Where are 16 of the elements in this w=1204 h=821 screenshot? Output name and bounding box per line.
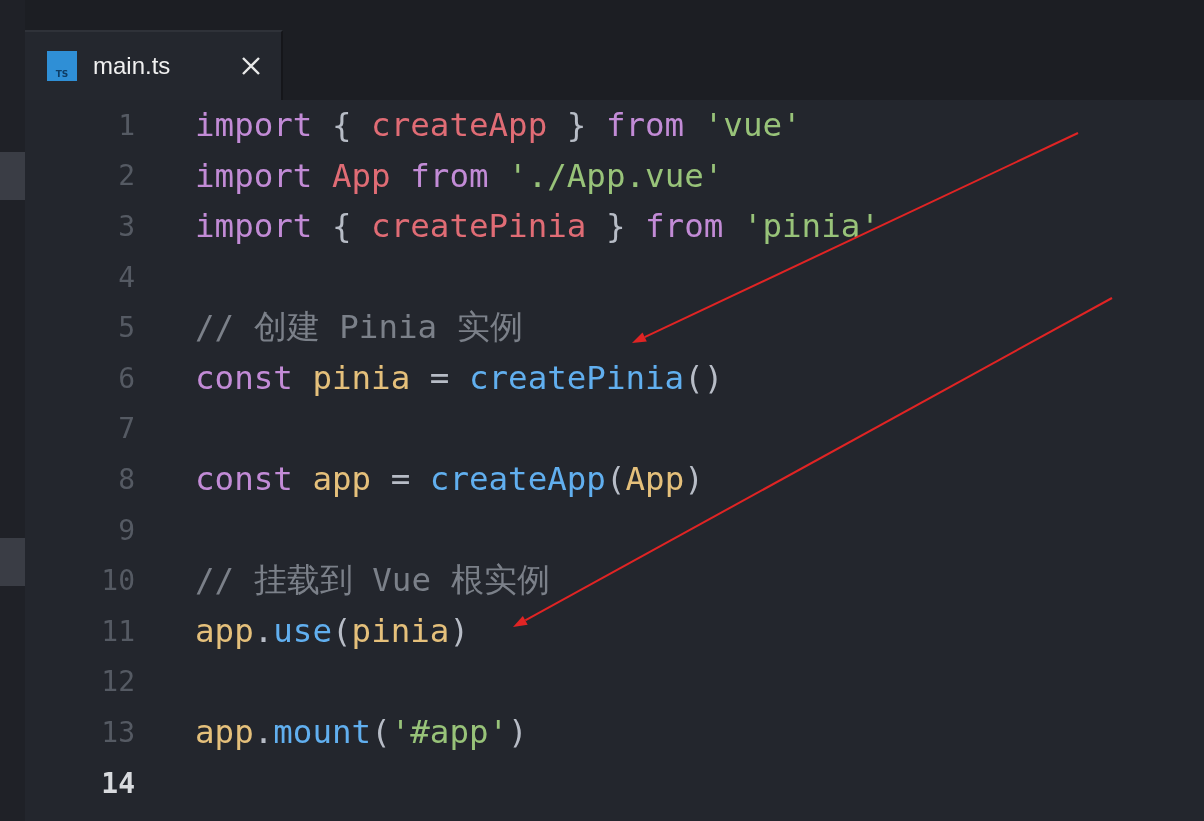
close-icon[interactable] bbox=[241, 56, 261, 76]
code-line: import { createApp } from 'vue' bbox=[195, 106, 802, 145]
sidebar-highlight bbox=[0, 152, 25, 200]
code-line: const app = createApp(App) bbox=[195, 460, 704, 499]
code-line: app.mount('#app') bbox=[195, 713, 528, 752]
code-line: // 挂载到 Vue 根实例 bbox=[195, 559, 550, 601]
file-tab[interactable]: TS main.ts bbox=[25, 30, 283, 100]
sidebar-highlight bbox=[0, 538, 25, 586]
code-line: app.use(pinia) bbox=[195, 612, 469, 651]
line-number: 14 bbox=[100, 766, 135, 800]
code-line: import { createPinia } from 'pinia' bbox=[195, 207, 880, 246]
code-line: const pinia = createPinia() bbox=[195, 359, 724, 398]
tab-label: main.ts bbox=[93, 52, 172, 80]
code-line: import App from './App.vue' bbox=[195, 156, 724, 195]
typescript-file-icon: TS bbox=[47, 51, 77, 81]
code-line: // 创建 Pinia 实例 bbox=[195, 306, 523, 348]
